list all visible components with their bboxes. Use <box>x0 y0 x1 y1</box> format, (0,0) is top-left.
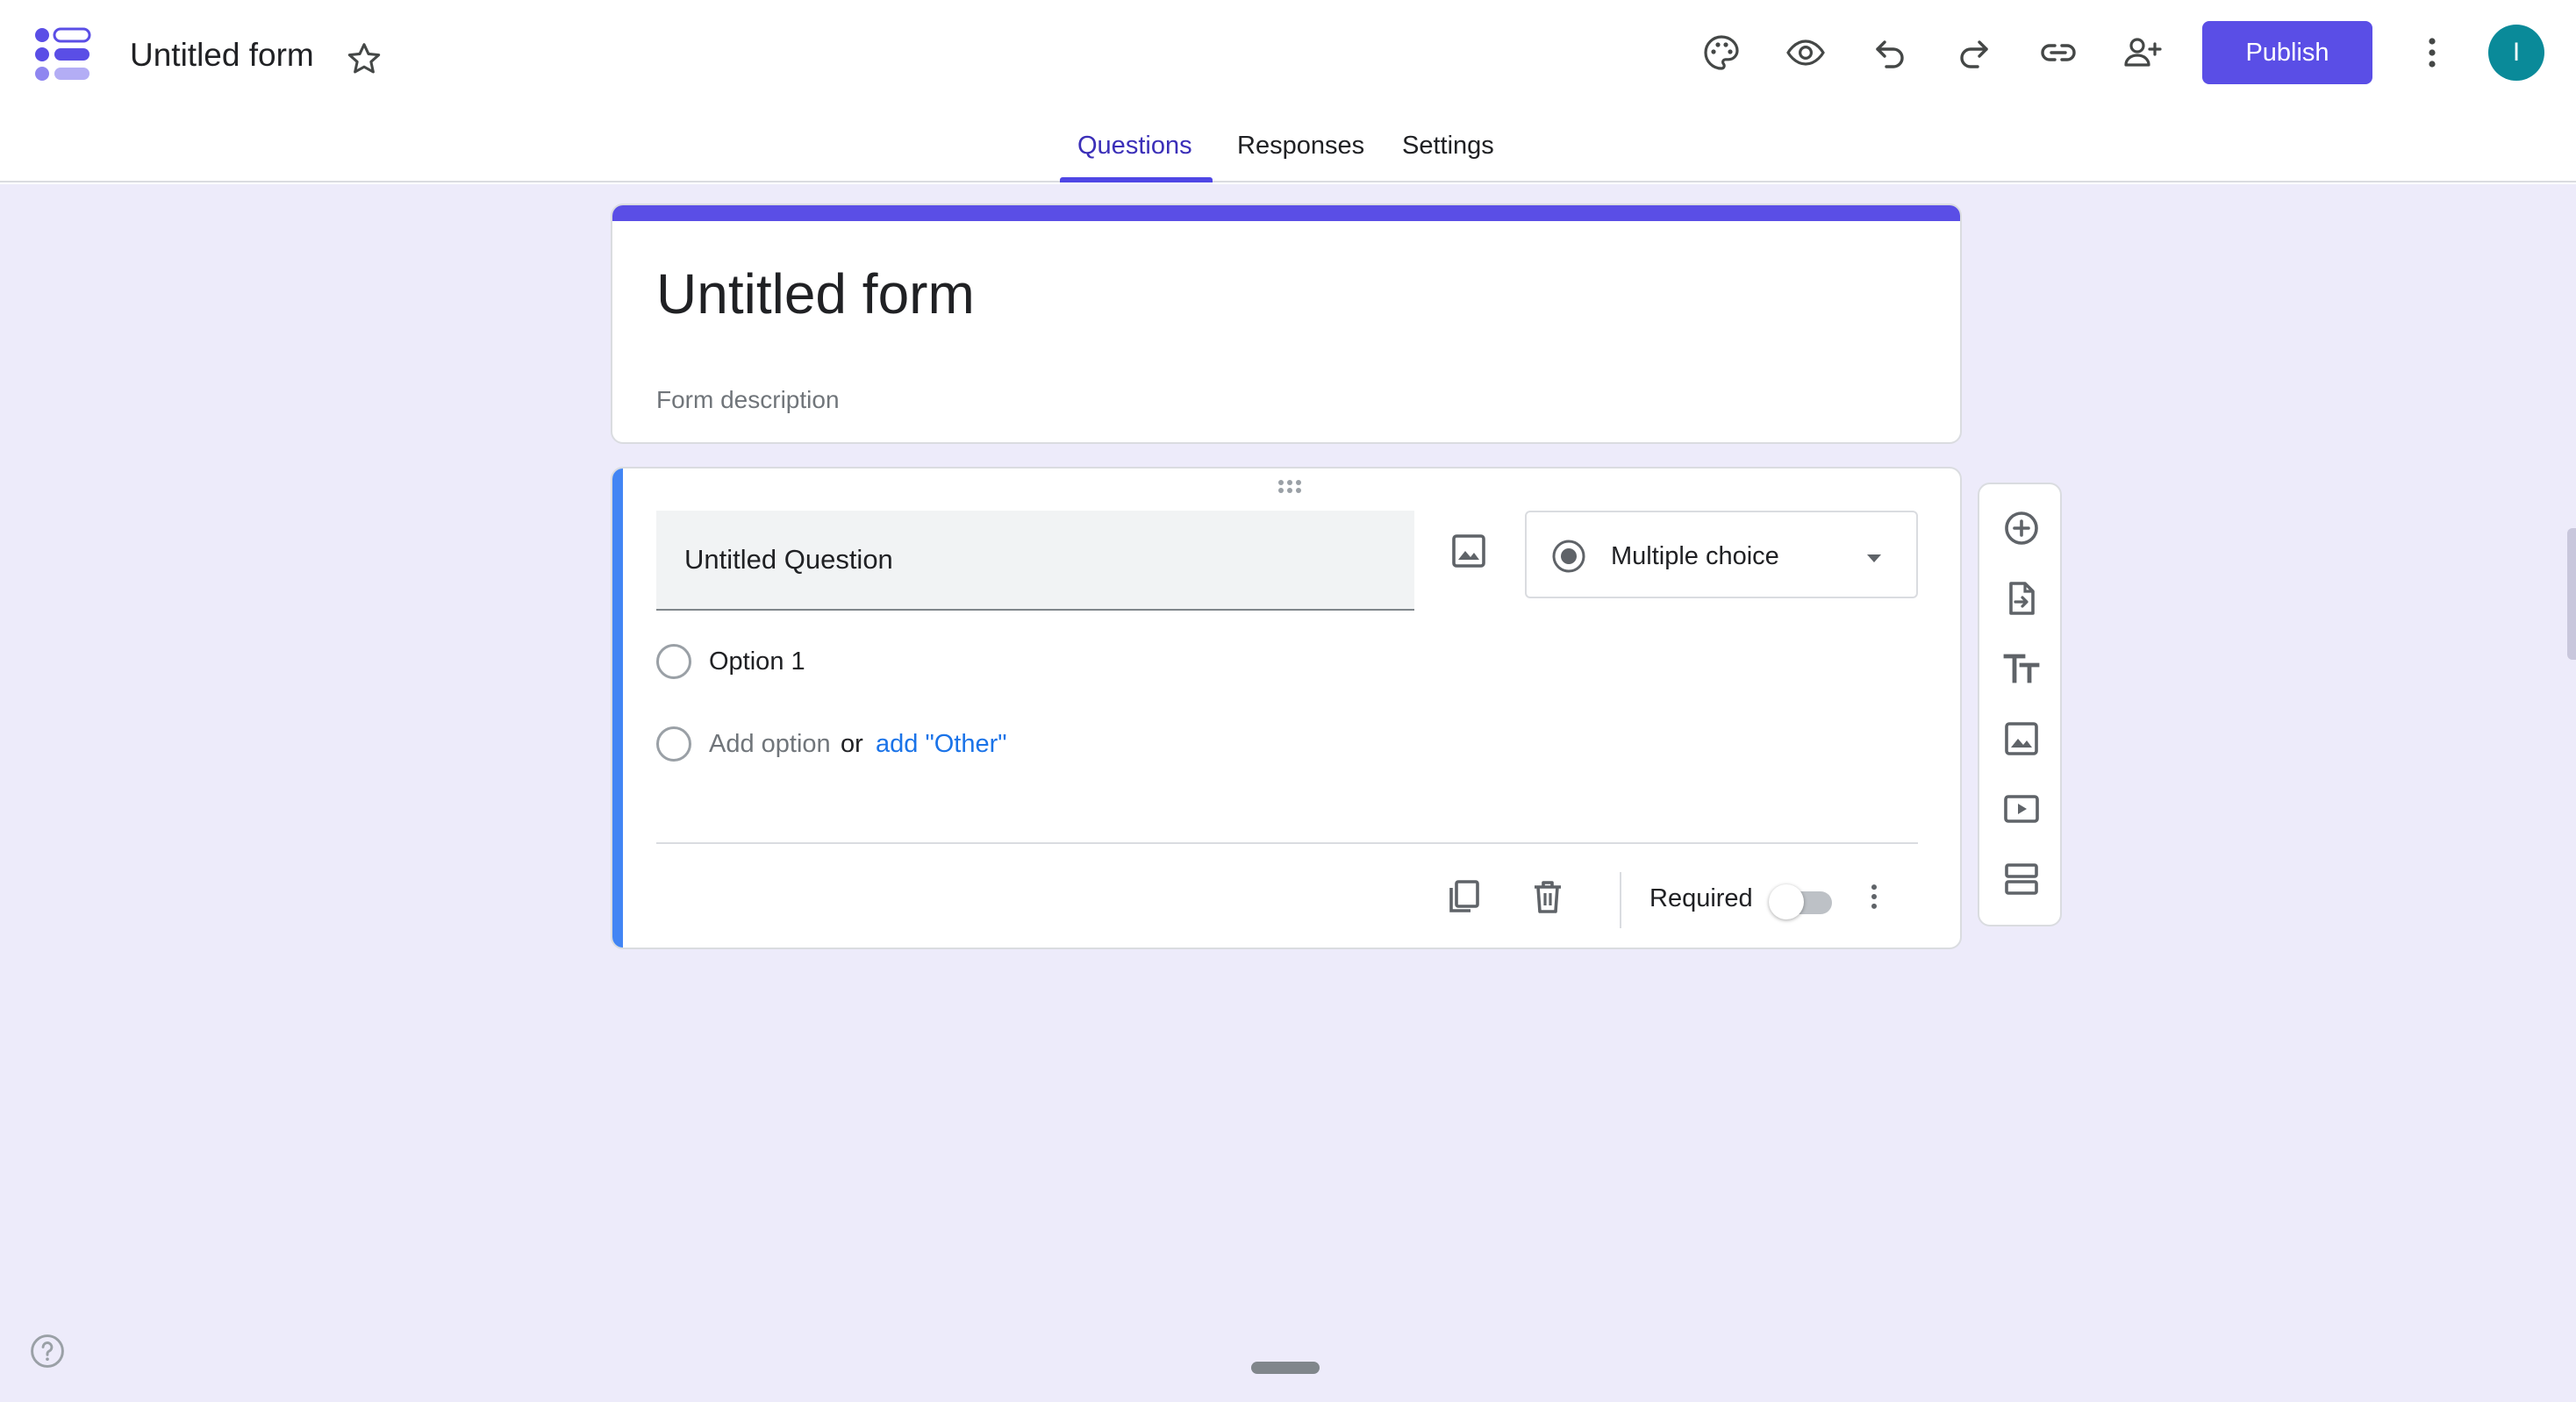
radio-button-icon <box>1551 539 1586 574</box>
question-type-dropdown[interactable]: Multiple choice <box>1525 511 1918 598</box>
add-title-icon[interactable] <box>2000 647 2043 690</box>
add-section-icon[interactable] <box>2000 858 2043 900</box>
required-label: Required <box>1649 884 1753 912</box>
radio-circle-icon <box>656 644 691 679</box>
add-question-icon[interactable] <box>2000 507 2043 549</box>
form-header-card[interactable]: Untitled form Form description <box>611 204 1962 444</box>
delete-icon[interactable] <box>1527 876 1569 918</box>
add-image-icon[interactable] <box>1448 530 1490 572</box>
add-option-link[interactable]: Add option <box>709 730 831 759</box>
add-image-icon[interactable] <box>2000 718 2043 760</box>
floating-toolbar <box>1978 483 2062 926</box>
header-accent-bar <box>612 205 1960 221</box>
duplicate-icon[interactable] <box>1442 876 1485 918</box>
active-tab-indicator <box>1060 177 1213 182</box>
radio-circle-icon <box>656 726 691 762</box>
redo-icon[interactable] <box>1953 32 1995 74</box>
or-text: or <box>841 730 863 758</box>
form-canvas: Untitled form Form description Untitled … <box>0 184 2576 1402</box>
tab-questions[interactable]: Questions <box>1077 132 1192 161</box>
chevron-down-icon <box>1860 544 1888 572</box>
help-icon[interactable] <box>28 1332 67 1370</box>
form-description-field[interactable]: Form description <box>656 386 840 414</box>
app-header: Untitled form Publish I Questions Respon… <box>0 0 2576 182</box>
import-questions-icon[interactable] <box>2000 577 2043 619</box>
option-label[interactable]: Option 1 <box>709 647 805 676</box>
tab-bar: Questions Responses Settings <box>0 132 2576 182</box>
forms-logo-icon[interactable] <box>32 25 95 88</box>
side-panel-handle[interactable] <box>2567 528 2576 660</box>
tab-responses[interactable]: Responses <box>1237 132 1364 161</box>
footer-separator <box>1620 872 1621 928</box>
avatar[interactable]: I <box>2488 25 2544 81</box>
publish-button[interactable]: Publish <box>2202 21 2372 84</box>
bottom-drag-handle[interactable] <box>1251 1362 1320 1374</box>
toggle-knob <box>1769 884 1804 919</box>
add-other-link[interactable]: add "Other" <box>876 730 1007 759</box>
form-title[interactable]: Untitled form <box>656 261 975 326</box>
tab-settings[interactable]: Settings <box>1402 132 1494 161</box>
drag-handle-icon[interactable] <box>1272 476 1307 497</box>
card-footer-divider <box>656 842 1918 844</box>
active-card-indicator <box>612 469 623 948</box>
required-toggle[interactable] <box>1769 884 1834 919</box>
more-vert-icon[interactable] <box>1857 879 1892 914</box>
question-card[interactable]: Untitled Question Multiple choice Option… <box>611 467 1962 949</box>
star-icon[interactable] <box>344 39 384 79</box>
document-title[interactable]: Untitled form <box>130 37 314 74</box>
undo-icon[interactable] <box>1869 32 1911 74</box>
more-vert-icon[interactable] <box>2411 32 2453 74</box>
eye-icon[interactable] <box>1785 32 1827 74</box>
question-type-label: Multiple choice <box>1611 542 1779 570</box>
add-video-icon[interactable] <box>2000 788 2043 830</box>
question-title-input[interactable]: Untitled Question <box>656 511 1414 611</box>
link-icon[interactable] <box>2037 32 2079 74</box>
palette-icon[interactable] <box>1700 32 1742 74</box>
add-collaborator-icon[interactable] <box>2122 32 2164 74</box>
